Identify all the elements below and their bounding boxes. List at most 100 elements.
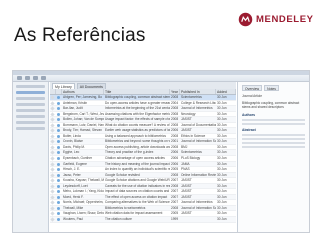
star-icon[interactable]	[50, 150, 55, 156]
unread-icon[interactable]	[57, 140, 60, 144]
year-cell: 2005	[171, 167, 179, 172]
unread-icon[interactable]	[57, 195, 60, 199]
title-cell: Bibliometrics and beyond: some thoughts …	[105, 139, 170, 144]
sidebar-item[interactable]	[16, 85, 45, 88]
column-header-title[interactable]: Title	[104, 89, 170, 94]
sidebar-item[interactable]	[16, 97, 45, 100]
star-icon[interactable]	[50, 173, 55, 178]
unread-icon[interactable]	[57, 118, 60, 122]
title-cell: An index to quantify an individual's sci…	[105, 167, 170, 172]
unread-icon[interactable]	[57, 162, 60, 166]
star-icon[interactable]	[50, 206, 55, 211]
column-header-authors[interactable]: Authors	[62, 89, 104, 94]
authors-field[interactable]	[242, 122, 305, 125]
published-in-cell: Journal of Documentation	[181, 122, 216, 127]
title-cell: Impact of data sources on citation count…	[105, 189, 170, 194]
published-in-cell: JASIST	[181, 128, 192, 133]
star-icon[interactable]	[50, 134, 55, 139]
title-cell: Google Scholar citations and Google Web/…	[105, 178, 170, 183]
added-cell: 30 Jun	[217, 128, 227, 133]
unread-icon[interactable]	[57, 218, 60, 222]
abstract-text[interactable]	[242, 133, 305, 136]
abstract-text[interactable]	[242, 145, 305, 148]
unread-icon[interactable]	[57, 151, 60, 155]
toolbar-folder-icon[interactable]	[25, 76, 30, 80]
published-in-cell: JASIST	[181, 211, 192, 216]
unread-icon[interactable]	[57, 184, 60, 188]
unread-icon[interactable]	[57, 201, 60, 205]
authors-cell: Moed, Henk F.	[63, 194, 84, 199]
column-header-year[interactable]: Year	[170, 89, 180, 94]
year-cell: 1999	[171, 217, 179, 222]
sidebar-item[interactable]	[16, 103, 45, 106]
unread-icon[interactable]	[57, 206, 60, 210]
unread-icon[interactable]	[57, 129, 60, 133]
star-icon[interactable]	[50, 161, 55, 167]
toolbar-add-icon[interactable]	[17, 76, 22, 80]
unread-icon[interactable]	[57, 107, 60, 111]
authors-field[interactable]	[242, 118, 305, 121]
star-icon[interactable]	[50, 123, 55, 128]
abstract-text[interactable]	[242, 141, 305, 144]
column-header-published-in[interactable]: Published In	[180, 89, 216, 94]
unread-icon[interactable]	[57, 212, 60, 216]
published-in-cell: PLoS Biology	[181, 156, 201, 161]
column-header-added[interactable]: Added	[216, 89, 236, 94]
star-icon[interactable]	[50, 100, 55, 106]
star-icon[interactable]	[50, 167, 55, 172]
star-icon[interactable]	[50, 117, 55, 122]
unread-icon[interactable]	[57, 96, 60, 99]
tab-overview[interactable]: Overview	[242, 85, 263, 91]
star-icon[interactable]	[50, 200, 55, 205]
unread-icon[interactable]	[57, 123, 60, 127]
sidebar-item[interactable]	[16, 91, 45, 94]
published-in-cell: BMJ	[181, 144, 188, 149]
published-in-cell: JASIST	[181, 117, 192, 122]
added-cell: 30 Jun	[217, 100, 227, 105]
star-icon[interactable]	[50, 156, 55, 161]
star-icon[interactable]	[50, 145, 55, 150]
star-icon[interactable]	[50, 195, 55, 200]
unread-icon[interactable]	[57, 145, 60, 149]
table-row[interactable]: Wouters, Paul The citation culture 1999 30 …	[50, 217, 236, 223]
added-cell: 30 Jun	[217, 139, 227, 144]
authors-cell: Kousha, Kayvan; Thelwall, Mike	[63, 178, 104, 183]
unread-icon[interactable]	[57, 101, 60, 105]
added-cell: 30 Jun	[217, 117, 227, 122]
star-icon[interactable]	[50, 184, 55, 189]
unread-icon[interactable]	[57, 173, 60, 177]
star-icon[interactable]	[50, 139, 55, 144]
tab-notes[interactable]: Notes	[264, 85, 279, 91]
star-icon[interactable]	[50, 211, 55, 217]
unread-icon[interactable]	[57, 168, 60, 172]
unread-icon[interactable]	[57, 112, 60, 116]
abstract-text[interactable]	[242, 137, 305, 140]
unread-icon[interactable]	[57, 179, 60, 183]
published-in-cell: Journal of Information Science	[181, 205, 216, 210]
authors-cell: Leydesdorff, Loet	[63, 183, 88, 188]
star-icon[interactable]	[50, 128, 55, 133]
document-type[interactable]: Journal Article	[242, 94, 305, 98]
authors-cell: Davis, Philip M.	[63, 144, 85, 149]
added-cell: 30 Jun	[217, 111, 227, 116]
published-in-cell: Neurology	[181, 111, 196, 116]
sidebar-item[interactable]	[16, 109, 45, 112]
slide-title: As Referências	[14, 25, 146, 46]
star-icon[interactable]	[50, 189, 55, 194]
document-title[interactable]: Bibliographic coupling, common abstract …	[242, 101, 305, 109]
star-icon[interactable]	[50, 178, 55, 183]
sidebar-item[interactable]	[16, 127, 45, 130]
unread-icon[interactable]	[57, 134, 60, 138]
unread-icon[interactable]	[57, 190, 60, 194]
sidebar-item[interactable]	[16, 115, 45, 118]
star-icon[interactable]	[50, 112, 55, 117]
toolbar	[13, 75, 309, 82]
sidebar-item[interactable]	[16, 121, 45, 124]
star-icon[interactable]	[50, 217, 55, 222]
toolbar-share-icon[interactable]	[41, 76, 46, 80]
star-icon[interactable]	[50, 106, 55, 111]
unread-icon[interactable]	[57, 157, 60, 161]
toolbar-sync-icon[interactable]	[33, 76, 38, 80]
star-icon[interactable]	[50, 95, 55, 100]
year-cell: 2008	[171, 117, 179, 122]
